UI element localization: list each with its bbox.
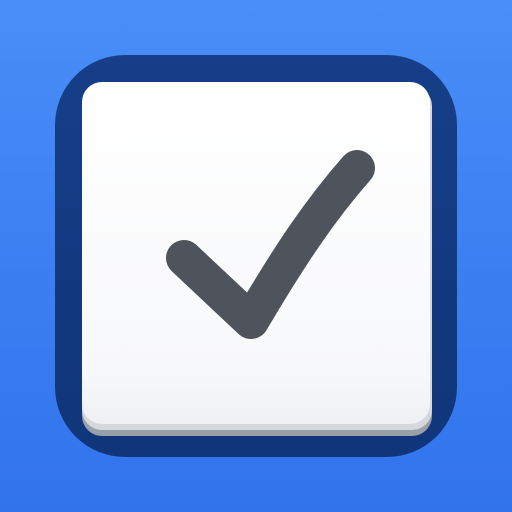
checkbox-card	[82, 82, 430, 424]
checkbox-icon	[55, 55, 457, 457]
app-icon-background	[0, 0, 512, 512]
